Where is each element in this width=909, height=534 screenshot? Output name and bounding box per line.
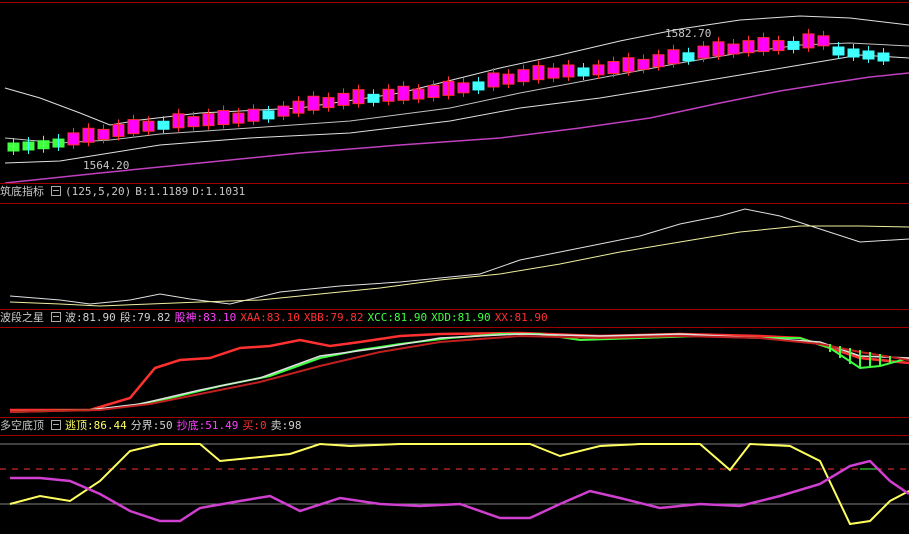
ind3-value-1: 分界:50	[130, 419, 173, 432]
ind3-value-2: 抄底:51.49	[176, 419, 239, 432]
ind3-value-0: 逃顶:86.44	[65, 419, 127, 432]
ind2-darkred-line	[9, 334, 909, 413]
ind2-title: 波段之星	[0, 311, 44, 324]
ind2-value-2: 股神:83.10	[174, 311, 237, 324]
ind2-header: 波段之星 波:81.90 段:79.82 股神:83.10 XAA:83.10 XBB:7…	[0, 311, 556, 325]
collapse-icon[interactable]	[51, 312, 61, 322]
ind2-red-line	[10, 331, 909, 412]
ind2-chart[interactable]	[0, 328, 909, 416]
ind2-stripes	[829, 344, 891, 368]
low-price-label: 1564.20	[83, 159, 130, 172]
ind1-d-value: D:1.1031	[192, 185, 246, 198]
ind3-chart[interactable]	[0, 436, 909, 534]
ind2-value-1: 段:79.82	[119, 311, 171, 324]
lower-band-line	[4, 54, 909, 164]
ind2-value-6: XDD:81.90	[431, 311, 491, 324]
ind2-green-line	[9, 333, 909, 413]
escape-top-line	[9, 442, 909, 526]
long-ma-line	[4, 72, 909, 183]
ind3-panel[interactable]	[0, 436, 909, 534]
ind1-chart[interactable]	[0, 204, 909, 308]
panel-separator-2	[0, 309, 909, 310]
ind1-params: (125,5,20)	[65, 185, 132, 198]
ind2-value-0: 波:81.90	[65, 311, 116, 324]
ind1-title: 筑底指标	[0, 185, 44, 198]
ind1-header: 筑底指标 (125,5,20) B:1.1189 D:1.1031	[0, 185, 249, 199]
ind2-value-7: XX:81.90	[494, 311, 548, 324]
ind2-value-4: XBB:79.82	[303, 311, 364, 324]
upper-band-line	[4, 15, 909, 126]
price-chart[interactable]	[0, 3, 909, 183]
ind3-values: 逃顶:86.44 分界:50 抄底:51.49 买:0 卖:98	[65, 419, 306, 432]
main-price-panel[interactable]: 1582.70 1564.20	[0, 3, 909, 183]
collapse-icon[interactable]	[51, 420, 61, 430]
ind3-title: 多空底顶	[0, 419, 44, 432]
ind3-value-4: 卖:98	[270, 419, 302, 432]
panel-separator-3	[0, 417, 909, 418]
ind3-header: 多空底顶 逃顶:86.44 分界:50 抄底:51.49 买:0 卖:98	[0, 419, 310, 433]
ind1-panel[interactable]	[0, 204, 909, 308]
ind2-value-3: XAA:83.10	[240, 311, 300, 324]
ind2-panel[interactable]	[0, 328, 909, 416]
ind2-values: 波:81.90 段:79.82 股神:83.10 XAA:83.10 XBB:79.82…	[65, 311, 552, 324]
ind1-b-line	[9, 208, 909, 305]
high-price-label: 1582.70	[665, 27, 712, 40]
ind2-white-line	[9, 333, 909, 413]
collapse-icon[interactable]	[51, 186, 61, 196]
panel-separator-1	[0, 183, 909, 184]
ind2-value-5: XCC:81.90	[367, 311, 428, 324]
ind1-b-value: B:1.1189	[135, 185, 189, 198]
ind1-d-line	[9, 225, 909, 307]
ind3-value-3: 买:0	[242, 419, 267, 432]
bottom-buy-line	[10, 459, 909, 523]
